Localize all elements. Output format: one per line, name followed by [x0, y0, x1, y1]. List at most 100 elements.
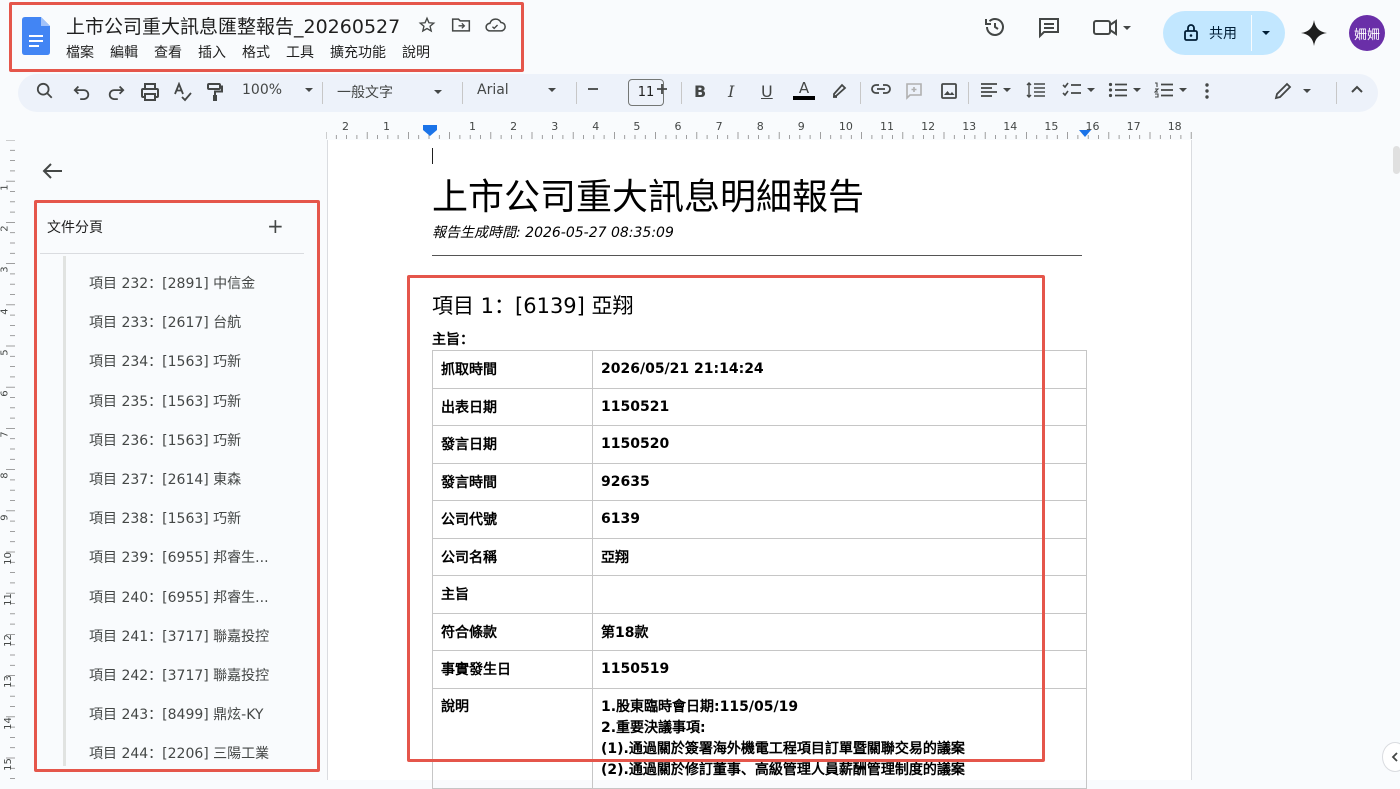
- table-value-cell[interactable]: 6139: [592, 500, 1087, 539]
- checklist-menu[interactable]: [1062, 82, 1096, 98]
- table-key-cell[interactable]: 說明: [432, 687, 593, 789]
- underline-icon[interactable]: U: [761, 82, 773, 101]
- insert-link-icon[interactable]: [871, 82, 891, 96]
- sidebar-tab-item[interactable]: 項目 237：[2614] 東森: [89, 469, 241, 489]
- menu-help[interactable]: 說明: [402, 42, 430, 62]
- menu-extensions[interactable]: 擴充功能: [330, 42, 386, 62]
- back-arrow-icon[interactable]: [40, 158, 66, 184]
- search-menus-icon[interactable]: [36, 82, 54, 100]
- sidebar-tab-item[interactable]: 項目 242：[3717] 聯嘉投控: [89, 665, 269, 685]
- add-comment-icon[interactable]: [905, 82, 923, 100]
- menu-tools[interactable]: 工具: [286, 42, 314, 62]
- sidebar-tab-item[interactable]: 項目 239：[6955] 邦睿生...: [89, 547, 269, 567]
- share-dropdown-icon[interactable]: [1259, 23, 1273, 41]
- cloud-saved-icon[interactable]: [484, 14, 506, 36]
- ruler-number: 6: [0, 390, 11, 397]
- bold-icon[interactable]: B: [694, 82, 706, 101]
- print-icon[interactable]: [140, 82, 160, 102]
- table-value-cell[interactable]: 1150519: [592, 650, 1087, 689]
- ruler-number: 15: [1044, 120, 1059, 133]
- side-panel-toggle[interactable]: [1382, 742, 1400, 772]
- ruler-number: 1: [0, 184, 11, 191]
- chevron-down-icon: [1087, 88, 1095, 92]
- table-key-cell[interactable]: 主旨: [432, 575, 593, 614]
- table-key-cell[interactable]: 發言時間: [432, 462, 593, 501]
- horizontal-rule: [432, 255, 1082, 256]
- table-value-cell[interactable]: 亞翔: [592, 537, 1087, 576]
- sidebar-tab-item[interactable]: 項目 233：[2617] 台航: [89, 312, 241, 332]
- sidebar-tab-item[interactable]: 項目 244：[2206] 三陽工業: [89, 743, 269, 763]
- menu-view[interactable]: 查看: [154, 42, 182, 62]
- version-history-icon[interactable]: [980, 12, 1010, 42]
- increase-font-size-icon[interactable]: [655, 82, 669, 96]
- insert-image-icon[interactable]: [940, 82, 958, 100]
- gemini-icon[interactable]: [1300, 19, 1328, 47]
- document-title[interactable]: 上市公司重大訊息匯整報告_20260527: [66, 12, 400, 39]
- table-value-cell[interactable]: 1150521: [592, 387, 1087, 426]
- table-value-cell[interactable]: 92635: [592, 462, 1087, 501]
- vertical-ruler[interactable]: 1 2 3 4 5 6 7 8 9 10 11 12 13 14 15: [0, 139, 16, 780]
- editing-mode-menu[interactable]: [1274, 82, 1312, 100]
- table-key-cell[interactable]: 公司名稱: [432, 537, 593, 576]
- line-spacing-icon[interactable]: [1026, 82, 1046, 98]
- text-color-icon[interactable]: A: [793, 80, 815, 100]
- description-cell[interactable]: 1.股東臨時會日期:115/05/19 2.重要決議事項: (1).通過關於簽署海外…: [592, 687, 1087, 789]
- meet-icon[interactable]: [1090, 12, 1134, 42]
- redo-icon[interactable]: [107, 82, 125, 100]
- decrease-font-size-icon[interactable]: [586, 82, 600, 96]
- sidebar-tab-item[interactable]: 項目 238：[1563] 巧新: [89, 508, 241, 528]
- font-select[interactable]: Arial: [477, 82, 557, 98]
- sidebar-tab-item[interactable]: 項目 243：[8499] 鼎炫-KY: [89, 704, 263, 724]
- sidebar-tab-item[interactable]: 項目 234：[1563] 巧新: [89, 351, 241, 371]
- ruler-number: 3: [551, 120, 559, 133]
- sidebar-tab-item[interactable]: 項目 240：[6955] 邦睿生...: [89, 587, 269, 607]
- horizontal-ruler[interactable]: 2 1 1 2 3 4 5 6 7 8 9 10 11 12 13 14 15 16 17 18: [325, 118, 1192, 140]
- style-select[interactable]: 一般文字: [337, 82, 443, 102]
- share-button[interactable]: 共用: [1163, 11, 1285, 55]
- scrollbar-thumb[interactable]: [1393, 146, 1400, 174]
- table-key-cell[interactable]: 符合條款: [432, 612, 593, 651]
- table-row: 發言日期 1150520: [432, 425, 1087, 464]
- table-key-cell[interactable]: 事實發生日: [432, 650, 593, 689]
- table-value-cell[interactable]: 2026/05/21 21:14:24: [592, 350, 1087, 389]
- ruler-number: 8: [756, 120, 764, 133]
- docs-logo-icon[interactable]: [22, 17, 50, 55]
- sidebar-tab-item[interactable]: 項目 232：[2891] 中信金: [89, 273, 255, 293]
- document-page[interactable]: 上市公司重大訊息明細報告 報告生成時間: 2026-05-27 08:35:09…: [327, 140, 1192, 789]
- menu-insert[interactable]: 插入: [198, 42, 226, 62]
- zoom-select[interactable]: 100%: [242, 82, 314, 98]
- align-menu[interactable]: [980, 82, 1012, 98]
- sidebar-tab-item[interactable]: 項目 236：[1563] 巧新: [89, 430, 241, 450]
- spellcheck-icon[interactable]: [173, 82, 193, 102]
- highlight-color-icon[interactable]: [830, 82, 848, 100]
- chevron-down-icon: [1179, 88, 1187, 92]
- add-tab-icon[interactable]: +: [267, 214, 284, 238]
- table-key-cell[interactable]: 發言日期: [432, 425, 593, 464]
- table-key-cell[interactable]: 出表日期: [432, 387, 593, 426]
- paint-format-icon[interactable]: [206, 82, 224, 102]
- undo-icon[interactable]: [73, 82, 91, 100]
- hide-menus-icon[interactable]: [1350, 82, 1364, 96]
- more-options-icon[interactable]: [1204, 82, 1210, 100]
- table-value-cell[interactable]: 第18款: [592, 612, 1087, 651]
- table-value-cell[interactable]: 1150520: [592, 425, 1087, 464]
- chevron-down-icon: [1133, 88, 1141, 92]
- avatar[interactable]: 姍姍: [1349, 15, 1385, 51]
- numbered-list-menu[interactable]: [1154, 82, 1188, 98]
- bulleted-list-menu[interactable]: [1108, 82, 1142, 98]
- table-key-cell[interactable]: 公司代號: [432, 500, 593, 539]
- menu-edit[interactable]: 編輯: [110, 42, 138, 62]
- ruler-number: 12: [2, 634, 14, 648]
- comments-icon[interactable]: [1034, 12, 1064, 42]
- sidebar-tab-item[interactable]: 項目 235：[1563] 巧新: [89, 391, 241, 411]
- menu-format[interactable]: 格式: [242, 42, 270, 62]
- table-value-cell[interactable]: [592, 575, 1087, 614]
- star-icon[interactable]: [416, 14, 438, 36]
- divider: [40, 253, 304, 254]
- italic-icon[interactable]: I: [728, 82, 734, 101]
- sidebar-tab-item[interactable]: 項目 241：[3717] 聯嘉投控: [89, 626, 269, 646]
- table-key-cell[interactable]: 抓取時間: [432, 350, 593, 389]
- ruler-number: 5: [0, 349, 11, 356]
- menu-file[interactable]: 檔案: [66, 42, 94, 62]
- move-folder-icon[interactable]: [450, 14, 472, 36]
